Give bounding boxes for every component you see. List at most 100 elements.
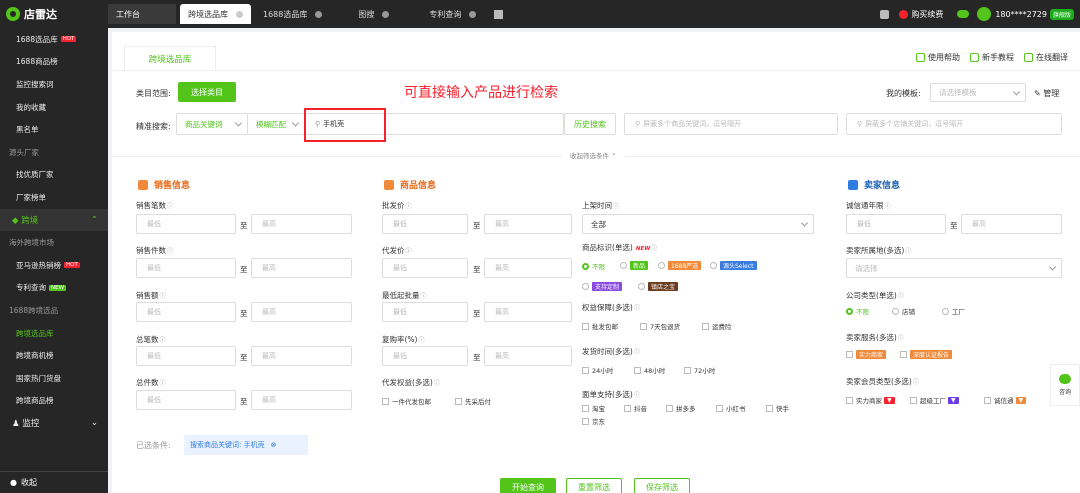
- checkbox[interactable]: [684, 366, 691, 374]
- waybill-option-pdd[interactable]: 拼多多: [666, 403, 696, 413]
- sales-count-max[interactable]: 最高: [251, 214, 352, 234]
- checkbox[interactable]: [716, 404, 723, 412]
- help-link[interactable]: 使用帮助: [916, 52, 960, 63]
- checkbox[interactable]: [455, 397, 462, 405]
- tab-cross-border[interactable]: 跨境选品库: [180, 4, 251, 24]
- sidebar-category-monitor[interactable]: ♟ 监控 ⌄: [0, 412, 108, 435]
- sidebar-item-1688-rank[interactable]: 1688商品榜: [0, 51, 108, 74]
- batch-min[interactable]: 最低: [382, 302, 468, 322]
- checkbox[interactable]: [846, 396, 853, 404]
- company-option-all[interactable]: 不限: [846, 306, 869, 316]
- service-option-strength[interactable]: 实力商家: [846, 350, 887, 359]
- batch-max[interactable]: 最高: [484, 302, 572, 322]
- checkbox[interactable]: [382, 397, 389, 405]
- sidebar-item-favorites[interactable]: 我的收藏: [0, 96, 108, 119]
- tag-option-treasure[interactable]: 镇店之宝: [638, 282, 679, 291]
- tab-patent[interactable]: 专利查询: [421, 4, 484, 24]
- checkbox[interactable]: [900, 351, 907, 358]
- sidebar-item-amazon[interactable]: 亚马逊热销榜 HOT: [0, 254, 108, 277]
- cxt-years-max[interactable]: 最高: [961, 214, 1062, 234]
- radio[interactable]: [846, 307, 853, 315]
- sales-pieces-max[interactable]: 最高: [251, 258, 352, 278]
- close-icon[interactable]: [236, 10, 243, 18]
- checkbox[interactable]: [582, 366, 589, 374]
- checkbox[interactable]: [846, 351, 853, 358]
- sidebar-item-patent[interactable]: 专利查询 NEW: [0, 277, 108, 300]
- keyword-type-select[interactable]: 商品关键词: [176, 113, 248, 135]
- waybill-option-douyin[interactable]: 抖音: [624, 403, 647, 413]
- guarantee-option-1[interactable]: 7天包退货: [640, 321, 680, 331]
- consult-button[interactable]: 咨询: [1050, 364, 1080, 406]
- tag-option-all[interactable]: 不限: [582, 261, 605, 271]
- radio[interactable]: [638, 283, 645, 290]
- tab-image-search[interactable]: 图搜: [350, 4, 397, 24]
- waybill-option-xhs[interactable]: 小红书: [716, 403, 746, 413]
- radio[interactable]: [658, 262, 665, 269]
- collapse-filters-toggle[interactable]: 收起筛选条件 ⌃: [562, 150, 625, 160]
- checkbox[interactable]: [666, 404, 673, 412]
- checkbox[interactable]: [910, 396, 917, 404]
- tag-option-new[interactable]: 新品: [620, 261, 649, 270]
- radio[interactable]: [620, 262, 627, 269]
- sidebar-item-1688-library[interactable]: 1688选品库 HOT: [0, 28, 108, 51]
- tag-option-strict[interactable]: 1688严选: [658, 261, 702, 270]
- start-query-button[interactable]: 开始查询: [500, 478, 556, 493]
- waybill-option-jd[interactable]: 京东: [582, 416, 605, 426]
- member-option-strength[interactable]: 实力商家 ▼: [846, 395, 895, 405]
- rights-option-pay-later[interactable]: 先采后付: [455, 396, 491, 406]
- radio[interactable]: [582, 283, 589, 290]
- checkbox[interactable]: [702, 322, 709, 330]
- radio[interactable]: [582, 262, 589, 270]
- app-logo[interactable]: 店雷达: [0, 0, 108, 28]
- close-icon[interactable]: [382, 10, 390, 18]
- total-pieces-max[interactable]: 最高: [251, 390, 352, 410]
- exclude-product-input[interactable]: ⚲ 屏蔽多个商品关键词，逗号隔开: [624, 113, 838, 135]
- checkbox[interactable]: [766, 404, 773, 412]
- dropship-max[interactable]: 最高: [484, 258, 572, 278]
- translate-link[interactable]: 在线翻译: [1024, 52, 1068, 63]
- sidebar-item-find-factory[interactable]: 找优质厂家: [0, 164, 108, 187]
- waybill-option-kuaishou[interactable]: 快手: [766, 403, 789, 413]
- checkbox[interactable]: [624, 404, 631, 412]
- wholesale-max[interactable]: 最高: [484, 214, 572, 234]
- tab-1688[interactable]: 1688选品库: [255, 4, 330, 24]
- total-count-min[interactable]: 最低: [136, 346, 236, 366]
- ship-option-48h[interactable]: 48小时: [634, 365, 665, 375]
- tag-option-select[interactable]: 源头Select: [710, 261, 757, 270]
- waybill-option-taobao[interactable]: 淘宝: [582, 403, 605, 413]
- guarantee-option-2[interactable]: 运费险: [702, 321, 732, 331]
- sales-count-min[interactable]: 最低: [136, 214, 236, 234]
- save-filter-button[interactable]: 保存筛选: [634, 478, 690, 493]
- sidebar-item-crossborder-rank[interactable]: 跨境商品榜: [0, 390, 108, 413]
- total-count-max[interactable]: 最高: [251, 346, 352, 366]
- user-phone[interactable]: 180****2729: [995, 10, 1047, 19]
- ship-option-72h[interactable]: 72小时: [684, 365, 715, 375]
- exclude-shop-input[interactable]: ⚲ 屏蔽多个店铺关键词，逗号隔开: [846, 113, 1062, 135]
- member-option-cxt[interactable]: 诚信通 ▼: [984, 395, 1027, 405]
- sidebar-item-country-hot[interactable]: 国家热门货盘: [0, 367, 108, 390]
- reset-filter-button[interactable]: 重置筛选: [566, 478, 622, 493]
- sales-amount-max[interactable]: 最高: [251, 302, 352, 322]
- checkbox[interactable]: [640, 322, 647, 330]
- tab-crossborder-library[interactable]: 跨境选品库: [124, 46, 216, 70]
- company-option-factory[interactable]: 工厂: [942, 306, 965, 316]
- tab-workbench[interactable]: 工作台: [108, 4, 176, 24]
- match-type-select[interactable]: 模糊匹配: [247, 113, 305, 135]
- dropship-min[interactable]: 最低: [382, 258, 468, 278]
- sidebar-item-crossborder-library[interactable]: 跨境选品库: [0, 322, 108, 345]
- tag-option-custom[interactable]: 支持定制: [582, 282, 623, 291]
- seller-region-select[interactable]: 请选择: [846, 258, 1062, 278]
- repurchase-max[interactable]: 最高: [484, 346, 572, 366]
- wholesale-min[interactable]: 最低: [382, 214, 468, 234]
- close-icon[interactable]: ⊗: [271, 441, 277, 449]
- template-select[interactable]: 请选择模板: [930, 83, 1026, 102]
- renew-button[interactable]: 购买续费: [899, 9, 943, 20]
- close-icon[interactable]: [469, 10, 477, 18]
- member-option-super-factory[interactable]: 超级工厂 ▼: [910, 395, 959, 405]
- sidebar-category-crossborder[interactable]: ◆ 跨境 ⌃: [0, 208, 108, 232]
- checkbox[interactable]: [582, 322, 589, 330]
- service-option-report[interactable]: 深度认证报告: [900, 350, 953, 359]
- repurchase-min[interactable]: 最低: [382, 346, 468, 366]
- guarantee-option-0[interactable]: 批发包邮: [582, 321, 618, 331]
- radio[interactable]: [710, 262, 717, 269]
